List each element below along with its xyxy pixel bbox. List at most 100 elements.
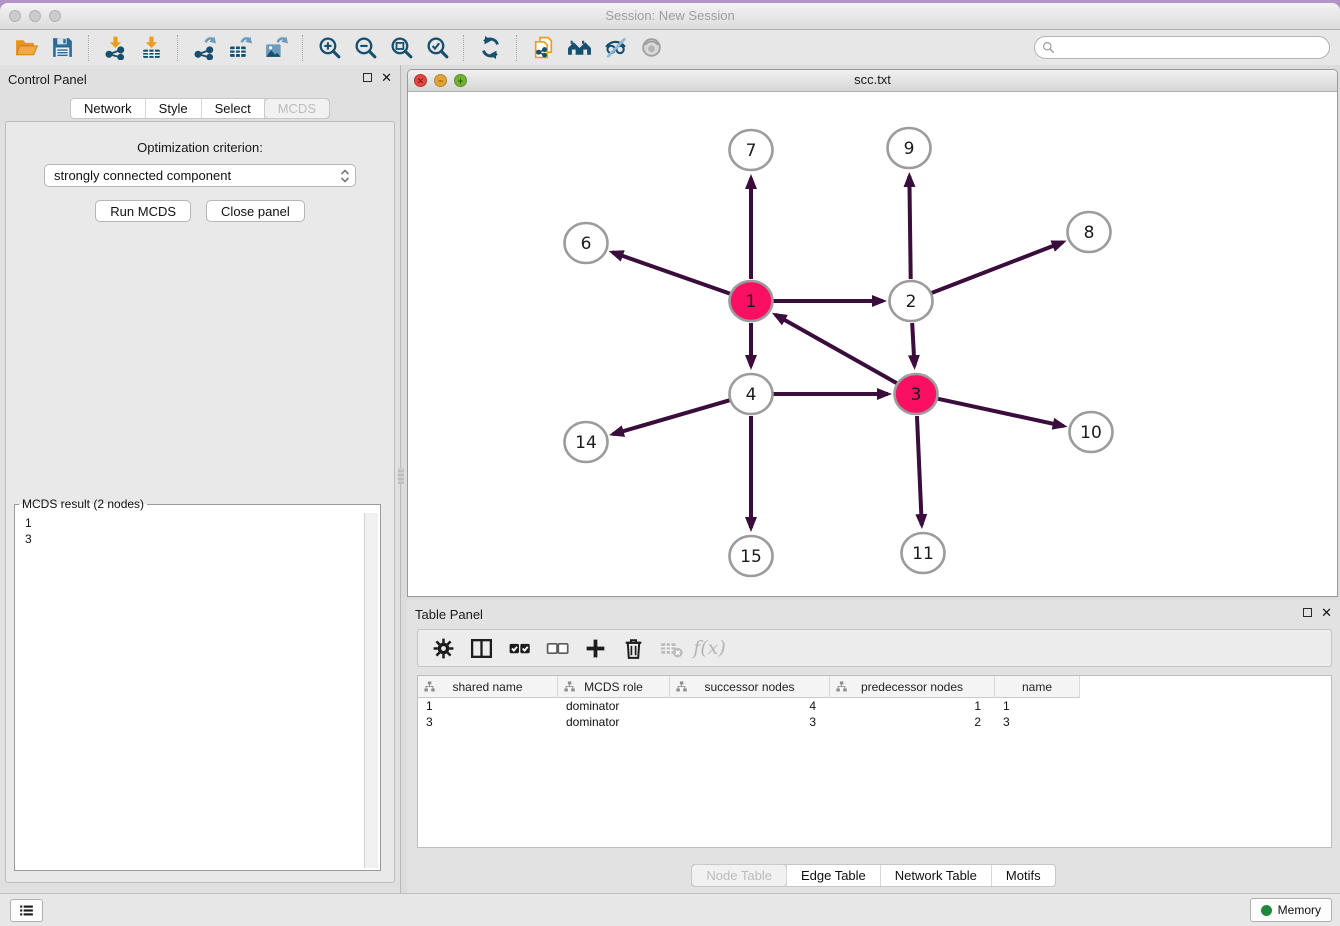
tab-network-table[interactable]: Network Table xyxy=(881,865,992,886)
delete-column-button[interactable] xyxy=(618,633,649,663)
tab-node-table[interactable]: Node Table xyxy=(692,865,787,886)
network-window-title: scc.txt xyxy=(408,70,1337,90)
edge-2-3[interactable] xyxy=(912,323,914,366)
column-header-shared-name[interactable]: shared name xyxy=(418,676,558,698)
combo-stepper-icon xyxy=(340,168,350,187)
tab-style[interactable]: Style xyxy=(146,99,202,118)
network-maximize-icon[interactable]: + xyxy=(454,74,467,87)
node-label: 15 xyxy=(740,547,762,567)
zoom-in-button[interactable] xyxy=(311,32,347,63)
edge-2-8[interactable] xyxy=(932,242,1063,293)
hide-visual-properties-button[interactable] xyxy=(597,32,633,63)
edge-1-6[interactable] xyxy=(612,252,730,293)
list-icon xyxy=(18,902,35,919)
graph-node-4[interactable]: 4 xyxy=(730,374,773,414)
control-panel-tabs: NetworkStyleSelectMCDS xyxy=(70,98,330,119)
split-panel-button[interactable] xyxy=(466,633,497,663)
edge-3-10[interactable] xyxy=(937,399,1063,426)
network-window-titlebar[interactable]: ✕ − + scc.txt xyxy=(408,70,1337,92)
graph-node-14[interactable]: 14 xyxy=(565,422,608,462)
graph-node-10[interactable]: 10 xyxy=(1070,412,1113,452)
settings-gear-button[interactable] xyxy=(428,633,459,663)
close-panel-icon[interactable]: ✕ xyxy=(381,72,392,83)
table-close-panel-icon[interactable]: ✕ xyxy=(1321,607,1332,618)
zoom-out-button[interactable] xyxy=(347,32,383,63)
edge-3-11[interactable] xyxy=(917,416,922,525)
delete-table-icon xyxy=(659,636,684,661)
graph-node-15[interactable]: 15 xyxy=(730,536,773,576)
zoom-fit-icon xyxy=(389,35,414,60)
tab-select[interactable]: Select xyxy=(202,99,265,118)
panel-splitter-handle[interactable] xyxy=(398,468,404,484)
add-column-button[interactable] xyxy=(580,633,611,663)
column-header-successor-nodes[interactable]: successor nodes xyxy=(670,676,830,698)
table-row[interactable]: 3dominator323 xyxy=(418,714,1331,730)
graph-node-2[interactable]: 2 xyxy=(890,281,933,321)
table-float-panel-icon[interactable] xyxy=(1303,608,1312,617)
close-panel-button[interactable]: Close panel xyxy=(206,200,305,222)
home-button[interactable] xyxy=(561,32,597,63)
graph-node-3[interactable]: 3 xyxy=(895,374,938,414)
edge-4-14[interactable] xyxy=(613,400,730,434)
column-label: successor nodes xyxy=(704,680,794,694)
import-network-button[interactable] xyxy=(97,32,133,63)
graph-node-1[interactable]: 1 xyxy=(730,281,773,321)
run-mcds-button[interactable]: Run MCDS xyxy=(95,200,191,222)
delete-table-button xyxy=(656,633,687,663)
tree-icon xyxy=(424,681,435,692)
save-session-button[interactable] xyxy=(44,32,80,63)
open-file-button[interactable] xyxy=(8,32,44,63)
edge-2-9[interactable] xyxy=(909,176,910,279)
column-header-MCDS-role[interactable]: MCDS role xyxy=(558,676,670,698)
table-cell: 1 xyxy=(830,699,995,713)
network-close-icon[interactable]: ✕ xyxy=(414,74,427,87)
graph-node-9[interactable]: 9 xyxy=(888,128,931,168)
graph-node-8[interactable]: 8 xyxy=(1068,212,1111,252)
table-cell: 3 xyxy=(995,715,1080,729)
criterion-select[interactable]: strongly connected component xyxy=(44,164,356,187)
column-header-name[interactable]: name xyxy=(995,676,1080,698)
criterion-select-value: strongly connected component xyxy=(54,168,231,183)
search-input[interactable] xyxy=(1034,36,1330,59)
graph-node-6[interactable]: 6 xyxy=(565,223,608,263)
tab-mcds[interactable]: MCDS xyxy=(265,99,329,118)
task-history-button[interactable] xyxy=(10,899,43,922)
node-label: 6 xyxy=(581,234,592,254)
minimize-window-icon[interactable] xyxy=(29,10,41,22)
network-canvas[interactable]: 7 9 6 8 1 2 4 3 14 10 15 11 xyxy=(408,92,1337,596)
select-all-icon xyxy=(507,636,532,661)
table-cell: 2 xyxy=(830,715,995,729)
tab-motifs[interactable]: Motifs xyxy=(992,865,1055,886)
show-eye-button[interactable] xyxy=(633,32,669,63)
float-panel-icon[interactable] xyxy=(363,73,372,82)
export-table-button[interactable] xyxy=(222,32,258,63)
main-toolbar xyxy=(0,30,1340,66)
unselect-all-button[interactable] xyxy=(542,633,573,663)
zoom-fit-button[interactable] xyxy=(383,32,419,63)
export-image-button[interactable] xyxy=(258,32,294,63)
node-label: 3 xyxy=(911,385,922,405)
select-all-button[interactable] xyxy=(504,633,535,663)
zoom-selected-button[interactable] xyxy=(419,32,455,63)
control-panel-header: Control Panel ✕ xyxy=(0,65,400,93)
tab-network[interactable]: Network xyxy=(71,99,146,118)
graph-node-11[interactable]: 11 xyxy=(902,533,945,573)
result-scrollbar[interactable] xyxy=(364,513,378,868)
graph-node-7[interactable]: 7 xyxy=(730,130,773,170)
network-minimize-icon[interactable]: − xyxy=(434,74,447,87)
close-window-icon[interactable] xyxy=(9,10,21,22)
column-header-predecessor-nodes[interactable]: predecessor nodes xyxy=(830,676,995,698)
memory-button[interactable]: Memory xyxy=(1250,898,1332,922)
clone-network-button[interactable] xyxy=(525,32,561,63)
tab-edge-table[interactable]: Edge Table xyxy=(787,865,881,886)
refresh-button[interactable] xyxy=(472,32,508,63)
table-panel: Table Panel ✕ f(x) shared nameMCDS roles… xyxy=(407,600,1340,893)
search-icon xyxy=(1042,41,1055,54)
optimization-criterion-label: Optimization criterion: xyxy=(6,140,394,155)
zoom-window-icon[interactable] xyxy=(49,10,61,22)
import-table-button[interactable] xyxy=(133,32,169,63)
app-titlebar[interactable]: Session: New Session xyxy=(0,3,1340,30)
export-network-button[interactable] xyxy=(186,32,222,63)
table-row[interactable]: 1dominator411 xyxy=(418,698,1331,714)
edge-3-1[interactable] xyxy=(775,315,896,383)
